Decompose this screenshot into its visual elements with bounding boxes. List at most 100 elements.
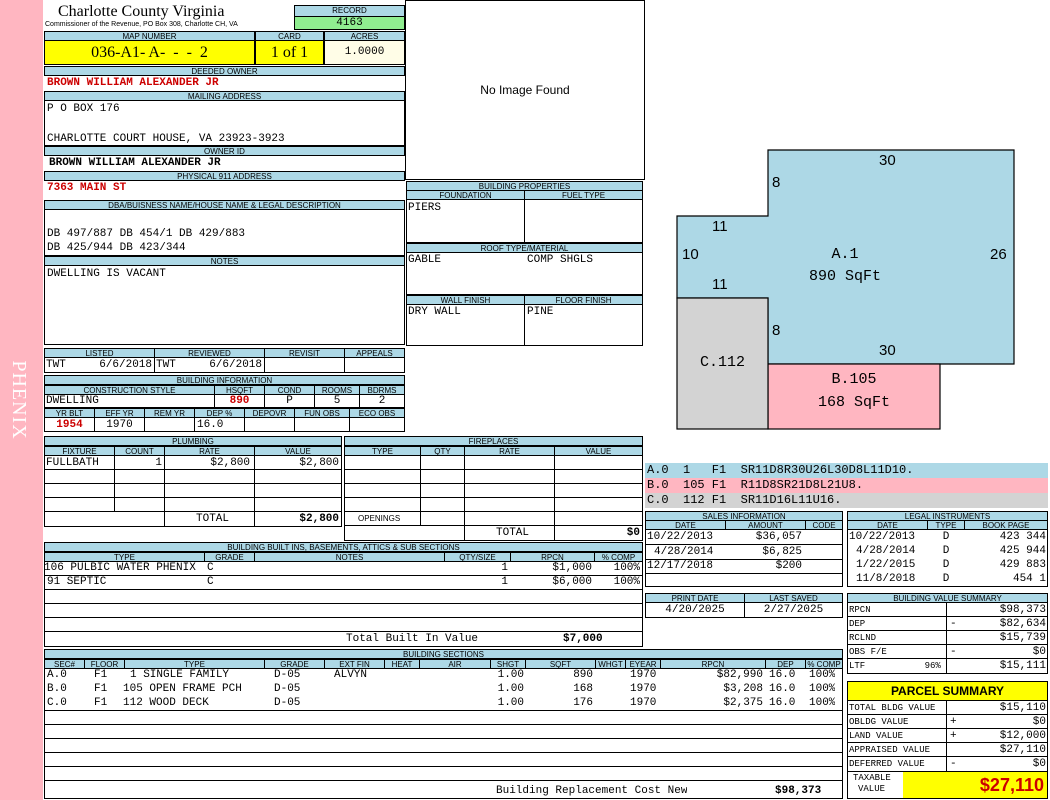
hsqft-value: 890 [229, 395, 250, 407]
sale-2-amount: $6,825 [762, 546, 802, 558]
bvs-obs-value: $0 [1032, 646, 1046, 658]
sketch-code-a: A.0 1 F1 SR11D8R30U26L30D8L11D10. [645, 463, 1048, 478]
sale-3-date: 12/17/2018 [647, 560, 714, 572]
parcel-deferred-label: DEFERRED VALUE [849, 759, 925, 769]
roof-box [406, 252, 643, 295]
parcel-total-bldg-value: $15,110 [999, 702, 1046, 714]
mailing-line-3: CHARLOTTE COURT HOUSE, VA 23923-3923 [47, 133, 285, 145]
deeded-owner-label: DEEDED OWNER [44, 66, 405, 76]
parcel-obldg-label: OBLDG VALUE [849, 717, 909, 727]
section-row-1-type: 1 SINGLE FAMILY [130, 669, 230, 681]
plumbing-label: PLUMBING [44, 436, 342, 446]
section-a-label: A.1 [831, 246, 859, 263]
openings-label: OPENINGS [358, 514, 401, 523]
section-row-1-grade: D-05 [274, 669, 301, 681]
rooms-value: 5 [333, 395, 341, 407]
section-row-3-floor: F1 [94, 697, 108, 709]
section-b-label: B.105 [831, 371, 877, 388]
built-in-row-1-qty: 1 [501, 562, 508, 574]
listed-by: TWT [46, 359, 66, 371]
fireplaces-label: FIREPLACES [344, 436, 643, 446]
sale-1-date: 10/22/2013 [647, 531, 714, 543]
bvs-obs-label: OBS F/E [849, 647, 887, 657]
parcel-summary-label: PARCEL SUMMARY [847, 681, 1048, 701]
deeded-owner-value: BROWN WILLIAM ALEXANDER JR [47, 77, 219, 89]
dim-left-8-lower: 8 [772, 322, 781, 339]
acres-value: 1.0000 [324, 40, 405, 65]
parcel-deferred-value: $0 [1032, 758, 1046, 770]
legal-line-1: DB 497/887 DB 454/1 DB 429/883 [47, 228, 246, 240]
floor-finish-value: PINE [527, 306, 554, 318]
bvs-rpcn-label: RPCN [849, 605, 871, 615]
sale-2-date: 4/28/2014 [654, 546, 714, 558]
taxable-value: $27,110 [903, 772, 1047, 798]
legal-3-type: D [942, 559, 950, 571]
parcel-land-label: LAND VALUE [849, 731, 904, 741]
dim-left-10: 10 [682, 246, 699, 263]
bvs-ltf-value: $15,111 [999, 660, 1046, 672]
notes-value: DWELLING IS VACANT [47, 268, 166, 280]
section-row-2-rpcn: $3,208 [723, 683, 763, 695]
roof-material-value: COMP SHGLS [527, 254, 594, 266]
section-row-1-sec: A.0 [47, 669, 67, 681]
section-row-3-rpcn: $2,375 [723, 697, 763, 709]
county-name: Charlotte County Virginia [58, 3, 225, 20]
dim-right-26: 26 [990, 246, 1007, 263]
bvs-dep-value: $82,634 [999, 618, 1046, 630]
physical-address-value: 7363 MAIN ST [47, 182, 127, 194]
reviewed-by: TWT [156, 359, 176, 371]
legal-3-date: 1/22/2015 [856, 559, 916, 571]
building-sections-label: BUILDING SECTIONS [44, 649, 843, 659]
parcel-deferred-sign: - [950, 758, 957, 770]
building-information-label: BUILDING INFORMATION [44, 375, 405, 385]
replacement-cost-value: $98,373 [775, 785, 822, 797]
built-in-row-1-rpcn: $1,000 [552, 562, 592, 574]
dep-value: 16.0 [197, 419, 224, 431]
section-row-1-sqft: 890 [573, 669, 593, 681]
section-a-area: 890 SqFt [808, 268, 881, 285]
record-value: 4163 [294, 16, 405, 30]
parcel-land-sign: + [950, 730, 957, 742]
parcel-land-value: $12,000 [999, 730, 1046, 742]
sketch-code-c: C.0 112 F1 SR11D16L11U16. [645, 493, 1048, 508]
bvs-rclnd-label: RCLND [849, 633, 877, 643]
owner-id-label: OWNER ID [44, 146, 405, 156]
fireplaces-total-value: $0 [626, 527, 640, 539]
plumbing-row-rate: $2,800 [210, 457, 250, 469]
parcel-appraised-label: APPRAISED VALUE [849, 745, 931, 755]
yr-blt-value: 1954 [56, 419, 83, 431]
built-in-row-2-grade: C [207, 576, 214, 588]
bdrms-value: 2 [378, 395, 386, 407]
legal-1-bookpage: 423 344 [999, 531, 1046, 543]
legal-2-date: 4/28/2014 [856, 545, 916, 557]
replacement-cost-label: Building Replacement Cost New [496, 785, 688, 797]
section-row-2-floor: F1 [94, 683, 108, 695]
parcel-obldg-value: $0 [1032, 716, 1046, 728]
section-row-3-dep: 16.0 [769, 697, 796, 709]
parcel-obldg-sign: + [950, 716, 957, 728]
fuel-box [524, 199, 643, 243]
foundation-value: PIERS [408, 202, 442, 214]
legal-3-bookpage: 429 883 [999, 559, 1046, 571]
sketch-code-b: B.0 105 F1 R11D8SR21D8L21U8. [645, 478, 1048, 493]
built-in-row-2-comp: 100% [613, 576, 640, 588]
cond-value: P [286, 395, 293, 407]
parcel-total-bldg-label: TOTAL BLDG VALUE [849, 703, 936, 713]
bvs-dep-label: DEP [849, 619, 866, 629]
section-row-2-grade: D-05 [274, 683, 301, 695]
legal-4-bookpage: 454 1 [1012, 573, 1046, 585]
sale-1-amount: $36,057 [755, 531, 802, 543]
legal-1-date: 10/22/2013 [849, 531, 916, 543]
bvs-rclnd-value: $15,739 [999, 632, 1046, 644]
fireplaces-total-label: TOTAL [496, 527, 530, 539]
legal-2-type: D [942, 545, 950, 557]
section-row-2-sqft: 168 [573, 683, 593, 695]
section-row-1-shgt: 1.00 [497, 669, 524, 681]
built-ins-label: BUILDING BUILT INS, BASEMENTS, ATTICS & … [44, 542, 643, 552]
section-row-3-type: 112 WOOD DECK [123, 697, 209, 709]
no-image-text: No Image Found [480, 83, 570, 97]
section-row-1-rpcn: $82,990 [716, 669, 763, 681]
section-row-1-floor: F1 [94, 669, 108, 681]
section-row-3-eyear: 1970 [630, 697, 657, 709]
section-row-1-eyear: 1970 [630, 669, 657, 681]
